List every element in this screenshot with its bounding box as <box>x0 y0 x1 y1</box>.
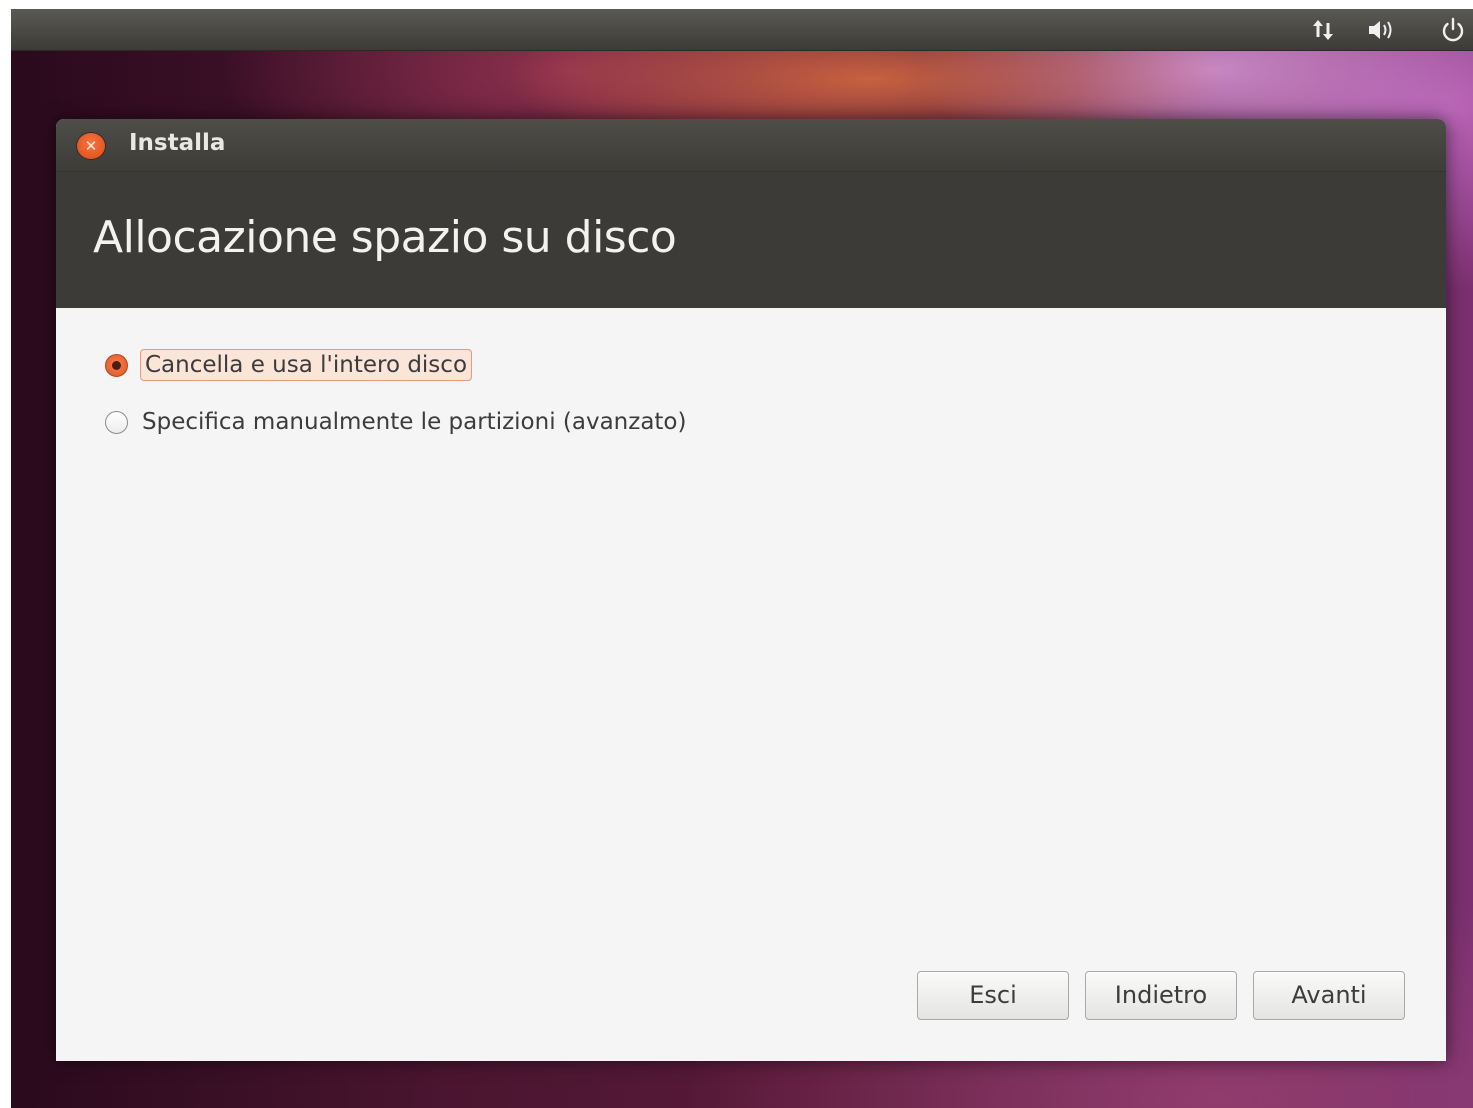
network-updown-icon[interactable] <box>1309 17 1339 43</box>
volume-icon[interactable] <box>1366 17 1396 43</box>
power-icon[interactable] <box>1438 17 1468 43</box>
window-title: Installa <box>129 130 226 156</box>
quit-button[interactable]: Esci <box>917 971 1069 1020</box>
page-header: Allocazione spazio su disco <box>56 172 1446 308</box>
option-manual-partitioning[interactable]: Specifica manualmente le partizioni (ava… <box>105 405 686 439</box>
page-title: Allocazione spazio su disco <box>93 212 677 263</box>
back-button[interactable]: Indietro <box>1085 971 1237 1020</box>
window-titlebar[interactable]: ✕ Installa <box>56 119 1446 172</box>
forward-button[interactable]: Avanti <box>1253 971 1405 1020</box>
top-panel <box>11 9 1473 51</box>
option-erase-disk-label[interactable]: Cancella e usa l'intero disco <box>140 349 473 381</box>
option-manual-partitioning-label[interactable]: Specifica manualmente le partizioni (ava… <box>142 409 686 435</box>
option-erase-disk[interactable]: Cancella e usa l'intero disco <box>105 348 473 382</box>
radio-erase-disk[interactable] <box>105 353 128 377</box>
desktop: ✕ Installa Allocazione spazio su disco C… <box>11 9 1473 1108</box>
radio-manual-partitioning[interactable] <box>105 410 128 434</box>
installer-window: ✕ Installa Allocazione spazio su disco C… <box>56 119 1446 1061</box>
close-icon[interactable]: ✕ <box>77 133 105 159</box>
